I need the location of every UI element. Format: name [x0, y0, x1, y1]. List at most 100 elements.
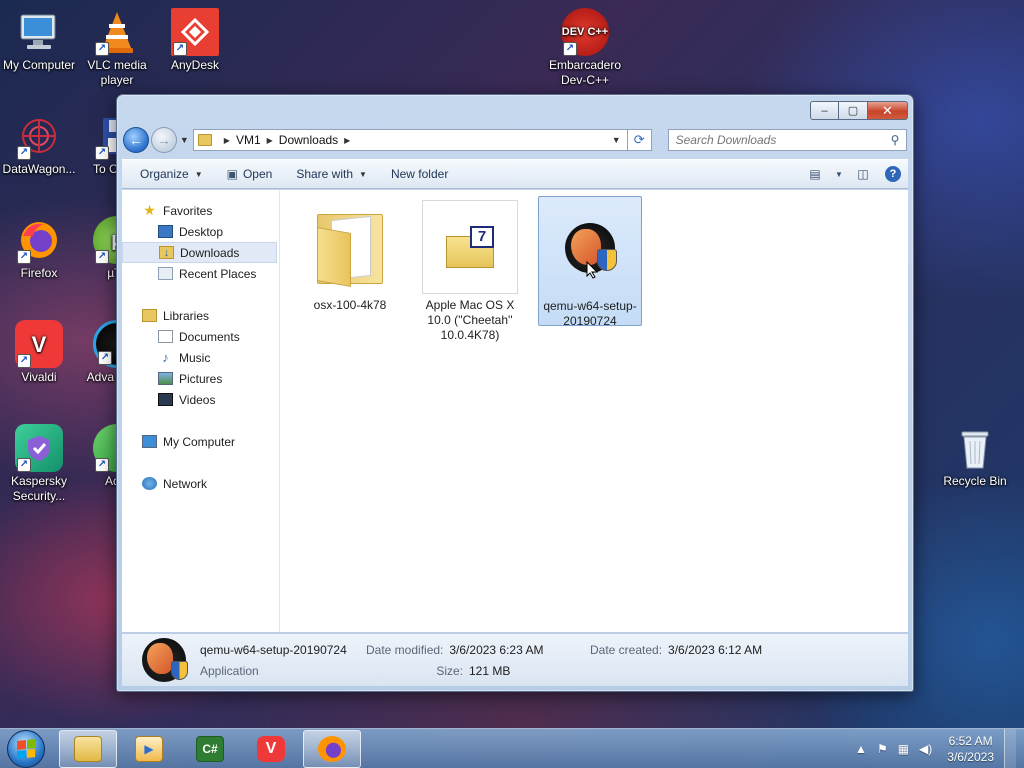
network-status-icon[interactable]: ▦ — [898, 742, 909, 756]
file-item-archive[interactable]: 7 Apple Mac OS X 10.0 (''Cheetah'' 10.0.… — [418, 196, 522, 342]
forward-button[interactable]: → — [150, 127, 177, 153]
view-options-dropdown[interactable]: ▼ — [830, 163, 848, 185]
taskbar-csharp[interactable]: C# — [181, 730, 239, 768]
show-desktop-button[interactable] — [1004, 728, 1016, 768]
nav-my-computer[interactable]: My Computer — [122, 431, 279, 452]
datawagon-icon: ↗ — [15, 112, 63, 160]
vivaldi-icon: V — [257, 735, 285, 762]
chevron-down-icon: ▼ — [835, 169, 843, 179]
file-item-qemu-setup[interactable]: qemu-w64-setup-20190724 — [538, 196, 642, 328]
maximize-button[interactable]: ▢ — [839, 101, 868, 120]
desktop-icon-recycle-bin[interactable]: Recycle Bin — [936, 424, 1014, 489]
address-bar[interactable]: ▶ VM1 ▶ Downloads ▶ ▼ — [192, 129, 628, 151]
back-button[interactable]: ← — [123, 127, 149, 153]
file-name: qemu-w64-setup-20190724 — [543, 299, 637, 328]
kaspersky-icon: ↗ — [15, 424, 63, 472]
vivaldi-icon: V ↗ — [15, 320, 63, 368]
recycle-bin-icon — [951, 424, 999, 472]
devcpp-icon: DEV C++ ↗ — [561, 8, 609, 56]
minimize-button[interactable]: – — [810, 101, 839, 120]
chevron-right-icon[interactable]: ▶ — [267, 136, 273, 145]
date-created-label: Date created: — [590, 642, 663, 657]
search-input[interactable] — [675, 133, 884, 147]
view-icon: ▤ — [809, 167, 821, 181]
chevron-right-icon[interactable]: ▶ — [224, 136, 230, 145]
preview-pane-button[interactable]: ◫ — [848, 163, 878, 185]
nav-network[interactable]: Network — [122, 473, 279, 494]
taskbar-vivaldi[interactable]: V — [242, 730, 300, 768]
new-folder-button[interactable]: New folder — [379, 162, 460, 186]
nav-pictures[interactable]: Pictures — [122, 368, 279, 389]
action-center-flag-icon[interactable]: ⚑ — [877, 742, 888, 756]
size-value: 121 MB — [469, 663, 511, 678]
desktop-icon-datawagon[interactable]: ↗ DataWagon... — [0, 112, 78, 177]
file-item-folder[interactable]: osx-100-4k78 — [298, 196, 402, 326]
open-button[interactable]: ▣ Open — [215, 162, 285, 186]
forward-arrow-icon: → — [156, 132, 171, 148]
recent-places-icon — [158, 267, 173, 280]
qemu-app-icon — [142, 638, 188, 682]
recent-locations-dropdown[interactable]: ▼ — [180, 135, 189, 145]
volume-icon[interactable]: ◀) — [919, 742, 932, 756]
date-created-value: 3/6/2023 6:12 AM — [668, 642, 763, 657]
desktop-icon-label: Embarcadero Dev-C++ — [548, 58, 622, 87]
file-name: osx-100-4k78 — [313, 298, 387, 312]
change-view-button[interactable]: ▤ — [800, 163, 830, 185]
file-list: osx-100-4k78 7 Apple Mac OS X 10.0 (''Ch… — [280, 190, 908, 632]
search-icon[interactable]: ⚲ — [884, 133, 906, 147]
details-pane: qemu-w64-setup-20190724 Application Date… — [122, 633, 908, 686]
nav-favorites[interactable]: ★ Favorites — [122, 200, 279, 221]
share-with-button[interactable]: Share with ▼ — [284, 162, 379, 186]
nav-libraries[interactable]: Libraries — [122, 305, 279, 326]
open-icon: ▣ — [226, 167, 238, 181]
clock-date: 3/6/2023 — [947, 749, 994, 764]
refresh-button[interactable]: ⟳ — [627, 129, 652, 151]
breadcrumb-downloads[interactable]: Downloads — [279, 133, 338, 147]
network-icon — [142, 477, 157, 490]
taskbar-firefox[interactable] — [303, 729, 361, 768]
details-file-type: Application — [200, 663, 259, 678]
shortcut-arrow-icon: ↗ — [17, 354, 31, 368]
firefox-icon — [318, 735, 346, 762]
search-box[interactable]: ⚲ — [667, 129, 907, 151]
close-button[interactable]: ✕ — [868, 101, 908, 120]
chevron-down-icon: ▼ — [194, 169, 203, 179]
windows-logo-icon — [17, 738, 35, 759]
clock[interactable]: 6:52 AM 3/6/2023 — [947, 733, 994, 765]
desktop-icon-vivaldi[interactable]: V ↗ Vivaldi — [0, 320, 78, 385]
shortcut-arrow-icon: ↗ — [98, 351, 112, 365]
folder-icon — [317, 210, 383, 287]
desktop-icon-my-computer[interactable]: My Computer — [0, 8, 78, 73]
desktop-icon-label: My Computer — [2, 58, 76, 72]
nav-desktop[interactable]: Desktop — [122, 221, 279, 242]
desktop-icon-label: DataWagon... — [2, 162, 76, 176]
taskbar-explorer[interactable] — [59, 729, 117, 768]
explorer-window[interactable]: – ▢ ✕ ← → ▼ ▶ VM1 ▶ Downloads ▶ ▼ ⟳ ⚲ — [116, 94, 914, 692]
date-modified-label: Date modified: — [366, 642, 444, 657]
nav-documents[interactable]: Documents — [122, 326, 279, 347]
desktop-icon-firefox[interactable]: ↗ Firefox — [0, 216, 78, 281]
nav-videos[interactable]: Videos — [122, 389, 279, 410]
window-controls: – ▢ ✕ — [810, 101, 908, 120]
7zip-archive-icon: 7 — [446, 226, 494, 268]
breadcrumb-vm1[interactable]: VM1 — [236, 133, 261, 147]
desktop-icon-devcpp[interactable]: DEV C++ ↗ Embarcadero Dev-C++ — [546, 8, 624, 88]
chevron-right-icon[interactable]: ▶ — [344, 136, 350, 145]
back-arrow-icon: ← — [128, 132, 143, 148]
help-button[interactable]: ? — [878, 163, 908, 185]
music-icon: ♪ — [162, 350, 169, 365]
desktop-icon-anydesk[interactable]: ↗ AnyDesk — [156, 8, 234, 73]
address-history-dropdown[interactable]: ▼ — [606, 135, 627, 145]
taskbar-media-player[interactable]: ▶ — [120, 730, 178, 768]
organize-button[interactable]: Organize ▼ — [128, 162, 215, 186]
shortcut-arrow-icon: ↗ — [95, 42, 109, 56]
show-hidden-icons-button[interactable]: ▲ — [855, 742, 867, 756]
nav-recent-places[interactable]: Recent Places — [122, 263, 279, 284]
nav-downloads[interactable]: ↓ Downloads — [122, 242, 277, 263]
nav-music[interactable]: ♪ Music — [122, 347, 279, 368]
chevron-down-icon: ▼ — [359, 169, 367, 179]
start-button[interactable] — [7, 729, 45, 768]
star-icon: ★ — [143, 202, 156, 218]
desktop-icon-vlc[interactable]: ↗ VLC media player — [78, 8, 156, 88]
desktop-icon-kaspersky[interactable]: ↗ Kaspersky Security... — [0, 424, 78, 504]
